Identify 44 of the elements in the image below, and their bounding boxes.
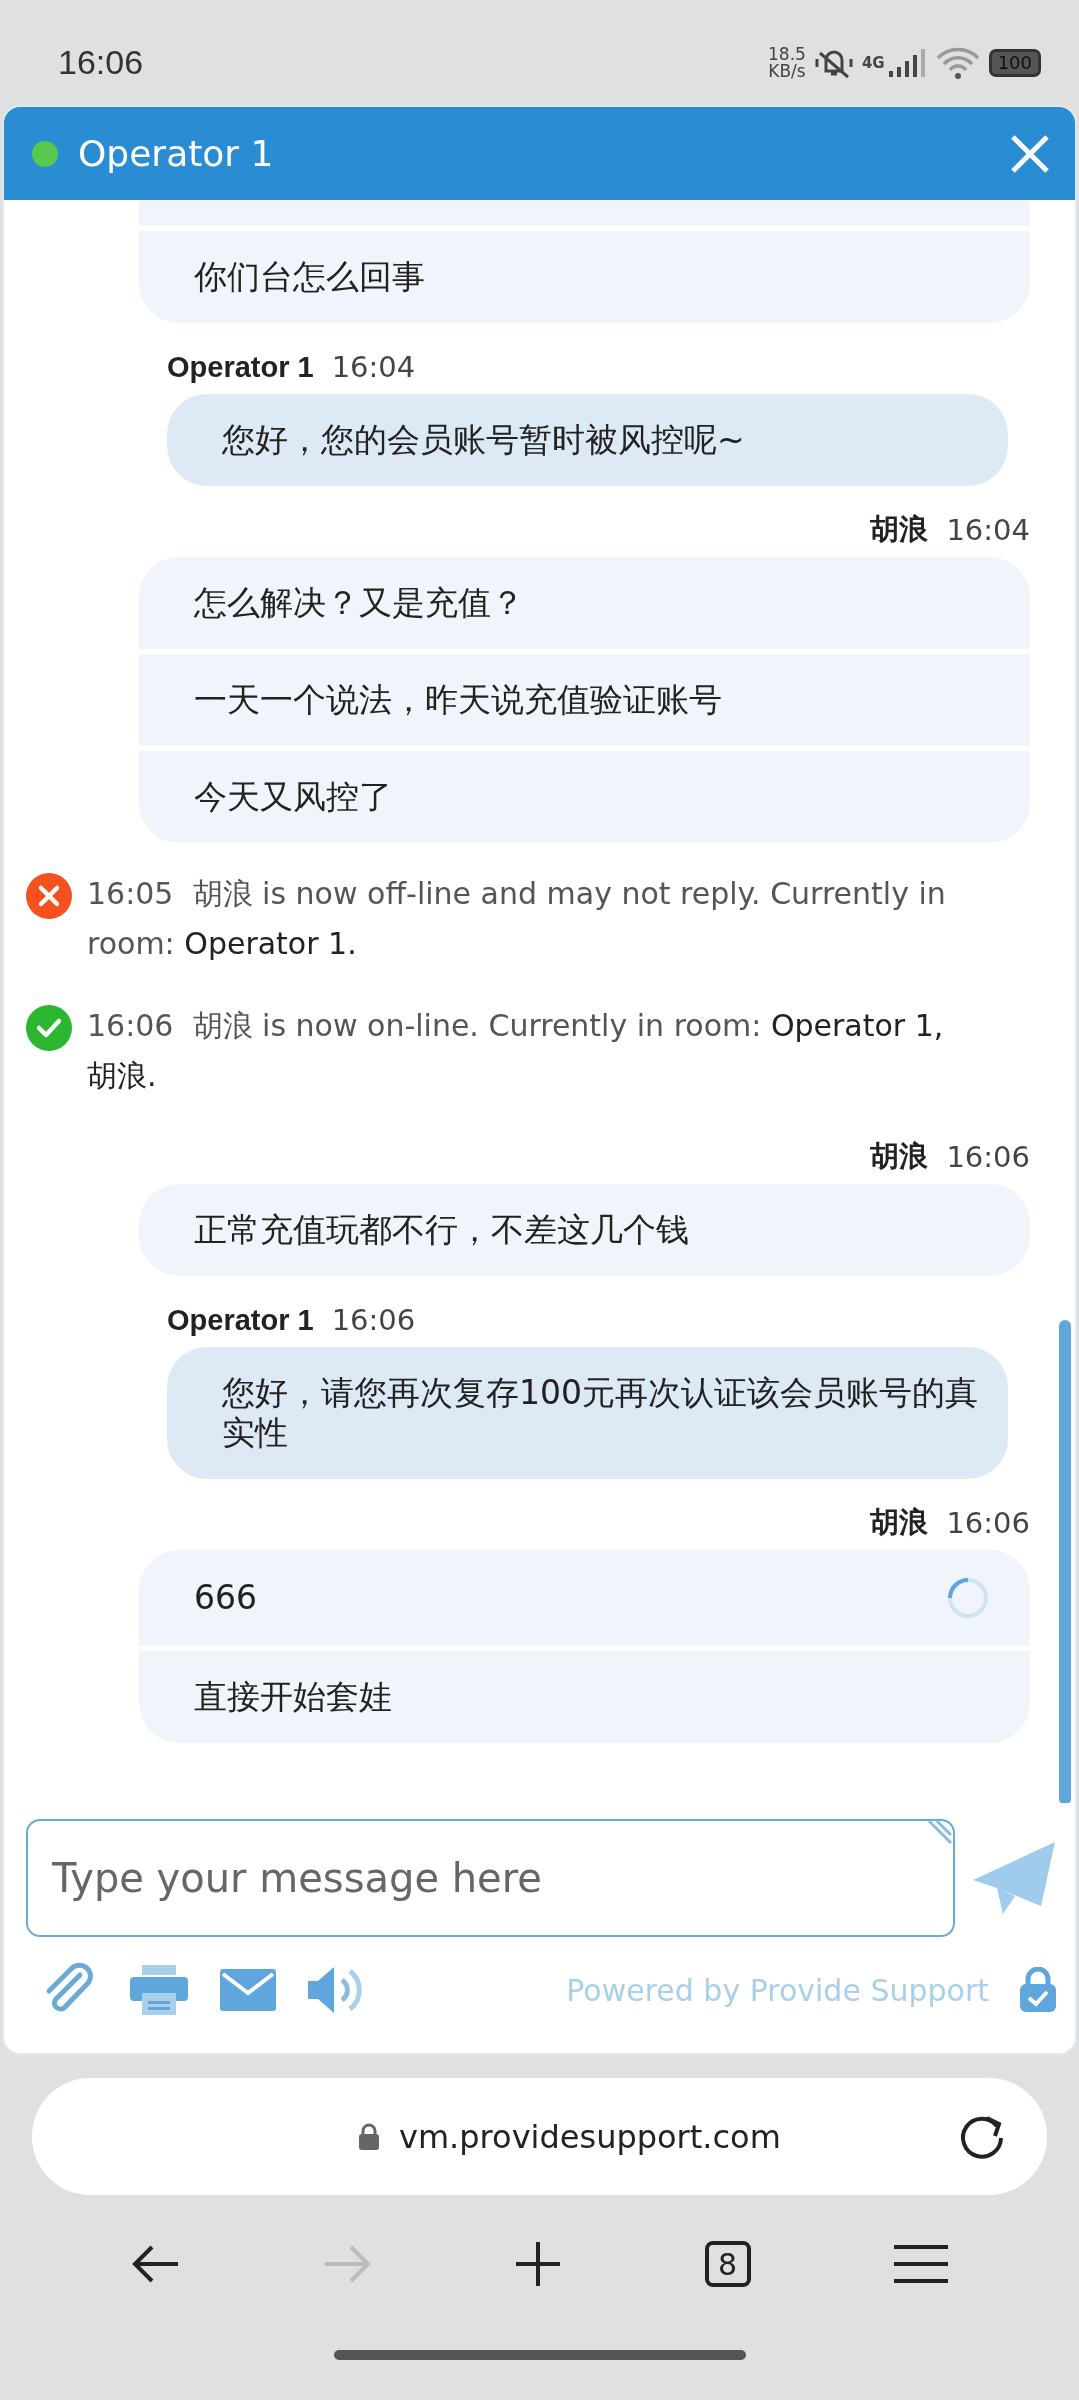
tab-count-button[interactable]: 8 xyxy=(704,2241,751,2287)
email-icon[interactable] xyxy=(220,1969,276,2011)
print-icon[interactable] xyxy=(128,1963,190,2017)
chat-title: Operator 1 xyxy=(78,133,275,174)
menu-icon[interactable] xyxy=(893,2244,948,2284)
new-tab-icon[interactable] xyxy=(513,2240,562,2288)
message-time: 16:06 xyxy=(331,1303,416,1337)
url-text: vm.providesupport.com xyxy=(399,2117,782,2156)
sender-name: Operator 1 xyxy=(167,350,314,384)
battery-indicator: 100 xyxy=(988,48,1041,77)
send-icon[interactable] xyxy=(971,1840,1057,1916)
status-time: 16:06 xyxy=(58,42,144,82)
scrollbar[interactable] xyxy=(1059,1320,1071,1803)
status-message: 16:05 胡浪 is now off-line and may not reply. Currently in room: Operator 1. xyxy=(87,875,947,963)
message-time: 16:06 xyxy=(946,1140,1030,1174)
signal-icon xyxy=(886,46,927,79)
message-time: 16:04 xyxy=(331,350,416,384)
message-text: 一天一个说法，昨天说充值验证账号 xyxy=(194,680,722,720)
sender-name: Operator 1 xyxy=(167,1303,314,1337)
forward-icon[interactable] xyxy=(322,2244,371,2284)
message-text: 怎么解决？又是充值？ xyxy=(194,583,524,623)
resize-handle-icon[interactable] xyxy=(925,1819,953,1847)
message-text: 您好，您的会员账号暂时被风控呢~ xyxy=(222,420,745,460)
message-input[interactable]: Type your message here xyxy=(26,1819,955,1937)
wifi-icon xyxy=(934,45,981,80)
message-text: 你们台怎么回事 xyxy=(194,257,425,297)
address-bar[interactable]: vm.providesupport.com xyxy=(32,2078,1047,2195)
close-icon[interactable] xyxy=(1009,132,1051,175)
sender-name: 胡浪 xyxy=(870,512,929,547)
network-speed: 18.5 KB/s xyxy=(768,45,806,80)
message-text: 直接开始套娃 xyxy=(194,1677,392,1717)
network-type: 4G xyxy=(861,53,885,72)
message-text: 666 xyxy=(194,1578,257,1618)
sender-name: 胡浪 xyxy=(870,1505,929,1540)
message-time: 16:04 xyxy=(946,513,1030,547)
message-time: 16:06 xyxy=(946,1506,1030,1540)
lock-icon xyxy=(357,2122,381,2151)
secure-lock-icon xyxy=(1019,1967,1057,2013)
message-text: 正常充值玩都不行，不差这几个钱 xyxy=(194,1210,689,1250)
message-text: 您好，请您再次复存100元再次认证该会员账号的真实性 xyxy=(222,1373,978,1453)
sender-name: 胡浪 xyxy=(870,1139,929,1174)
back-icon[interactable] xyxy=(131,2244,180,2284)
message-text: 今天又风控了 xyxy=(194,777,392,817)
status-message: 16:06 胡浪 is now on-line. Currently in room: Operator 1, 胡浪. xyxy=(87,1007,945,1095)
